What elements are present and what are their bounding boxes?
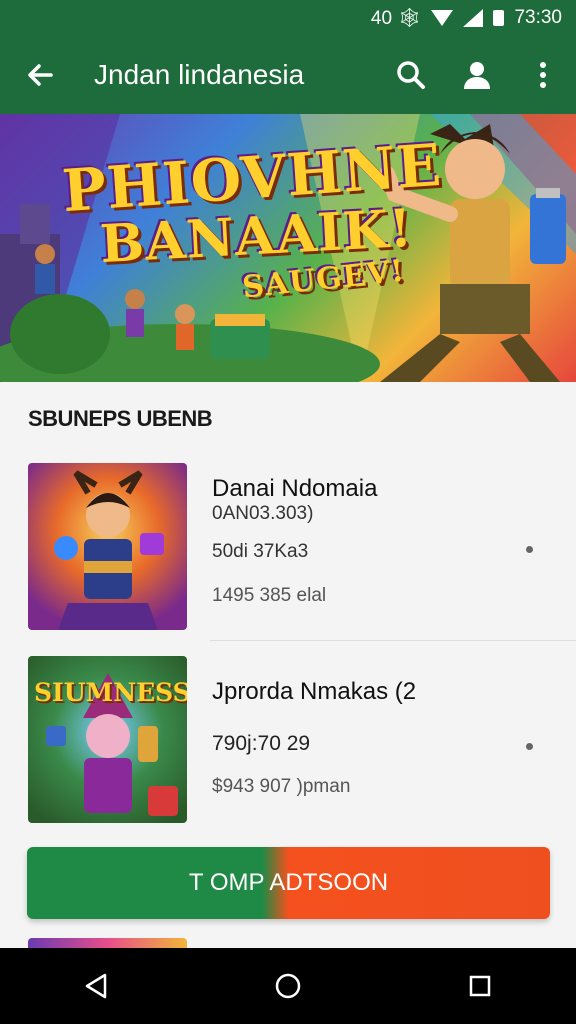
item-meta: 1495 385 elal [212, 585, 327, 606]
thumbnail-badge: SIUMNESS [34, 678, 187, 707]
system-nav-bar [0, 948, 576, 1024]
account-icon[interactable] [444, 36, 510, 114]
item-name: Jprorda Nmakas (2 [212, 678, 417, 705]
nav-back-icon[interactable] [66, 956, 126, 1016]
wifi-icon [431, 10, 454, 26]
status-bar: 40 🕸 73:30 [0, 0, 576, 36]
nav-home-icon[interactable] [258, 956, 318, 1016]
clock: 73:30 [514, 7, 562, 28]
promo-banner[interactable]: PHIOVHNE BANAAIK! SAUGEV! [0, 114, 576, 382]
signal-icon [463, 9, 484, 27]
battery-icon [493, 10, 505, 26]
item-thumbnail: SIUMNESS [28, 656, 187, 823]
list-item[interactable]: Danai Ndomaia 0AN03.303) 50di 37Ka3 1495… [28, 463, 576, 633]
divider [210, 640, 576, 641]
item-thumbnail [28, 463, 187, 630]
item-price: 50di 37Ka3 [212, 541, 309, 562]
back-arrow-icon[interactable] [0, 36, 80, 114]
item-subtitle: 0AN03.303) [212, 503, 314, 524]
app-bar: Jndan lindanesia [0, 36, 576, 114]
list-item[interactable]: SIUMNESS Jprorda Nmakas (2 790j:70 29 $9… [28, 656, 576, 826]
page-title: Jndan lindanesia [94, 59, 305, 90]
more-vert-icon[interactable] [510, 36, 576, 114]
nav-recents-icon[interactable] [450, 956, 510, 1016]
more-dot-icon[interactable] [526, 743, 533, 750]
more-dot-icon[interactable] [526, 546, 533, 553]
item-name: Danai Ndomaia [212, 475, 378, 502]
search-icon[interactable] [378, 36, 444, 114]
list-item-peek [28, 938, 187, 948]
item-subtitle: 790j:70 29 [212, 732, 311, 755]
notification-icons: 40 🕸 [370, 8, 422, 29]
section-title: SBUNEPS UBENB [28, 406, 213, 431]
item-meta: $943 907 )pman [212, 776, 351, 797]
primary-action-button[interactable]: T OMP ADTSOON [27, 847, 550, 919]
